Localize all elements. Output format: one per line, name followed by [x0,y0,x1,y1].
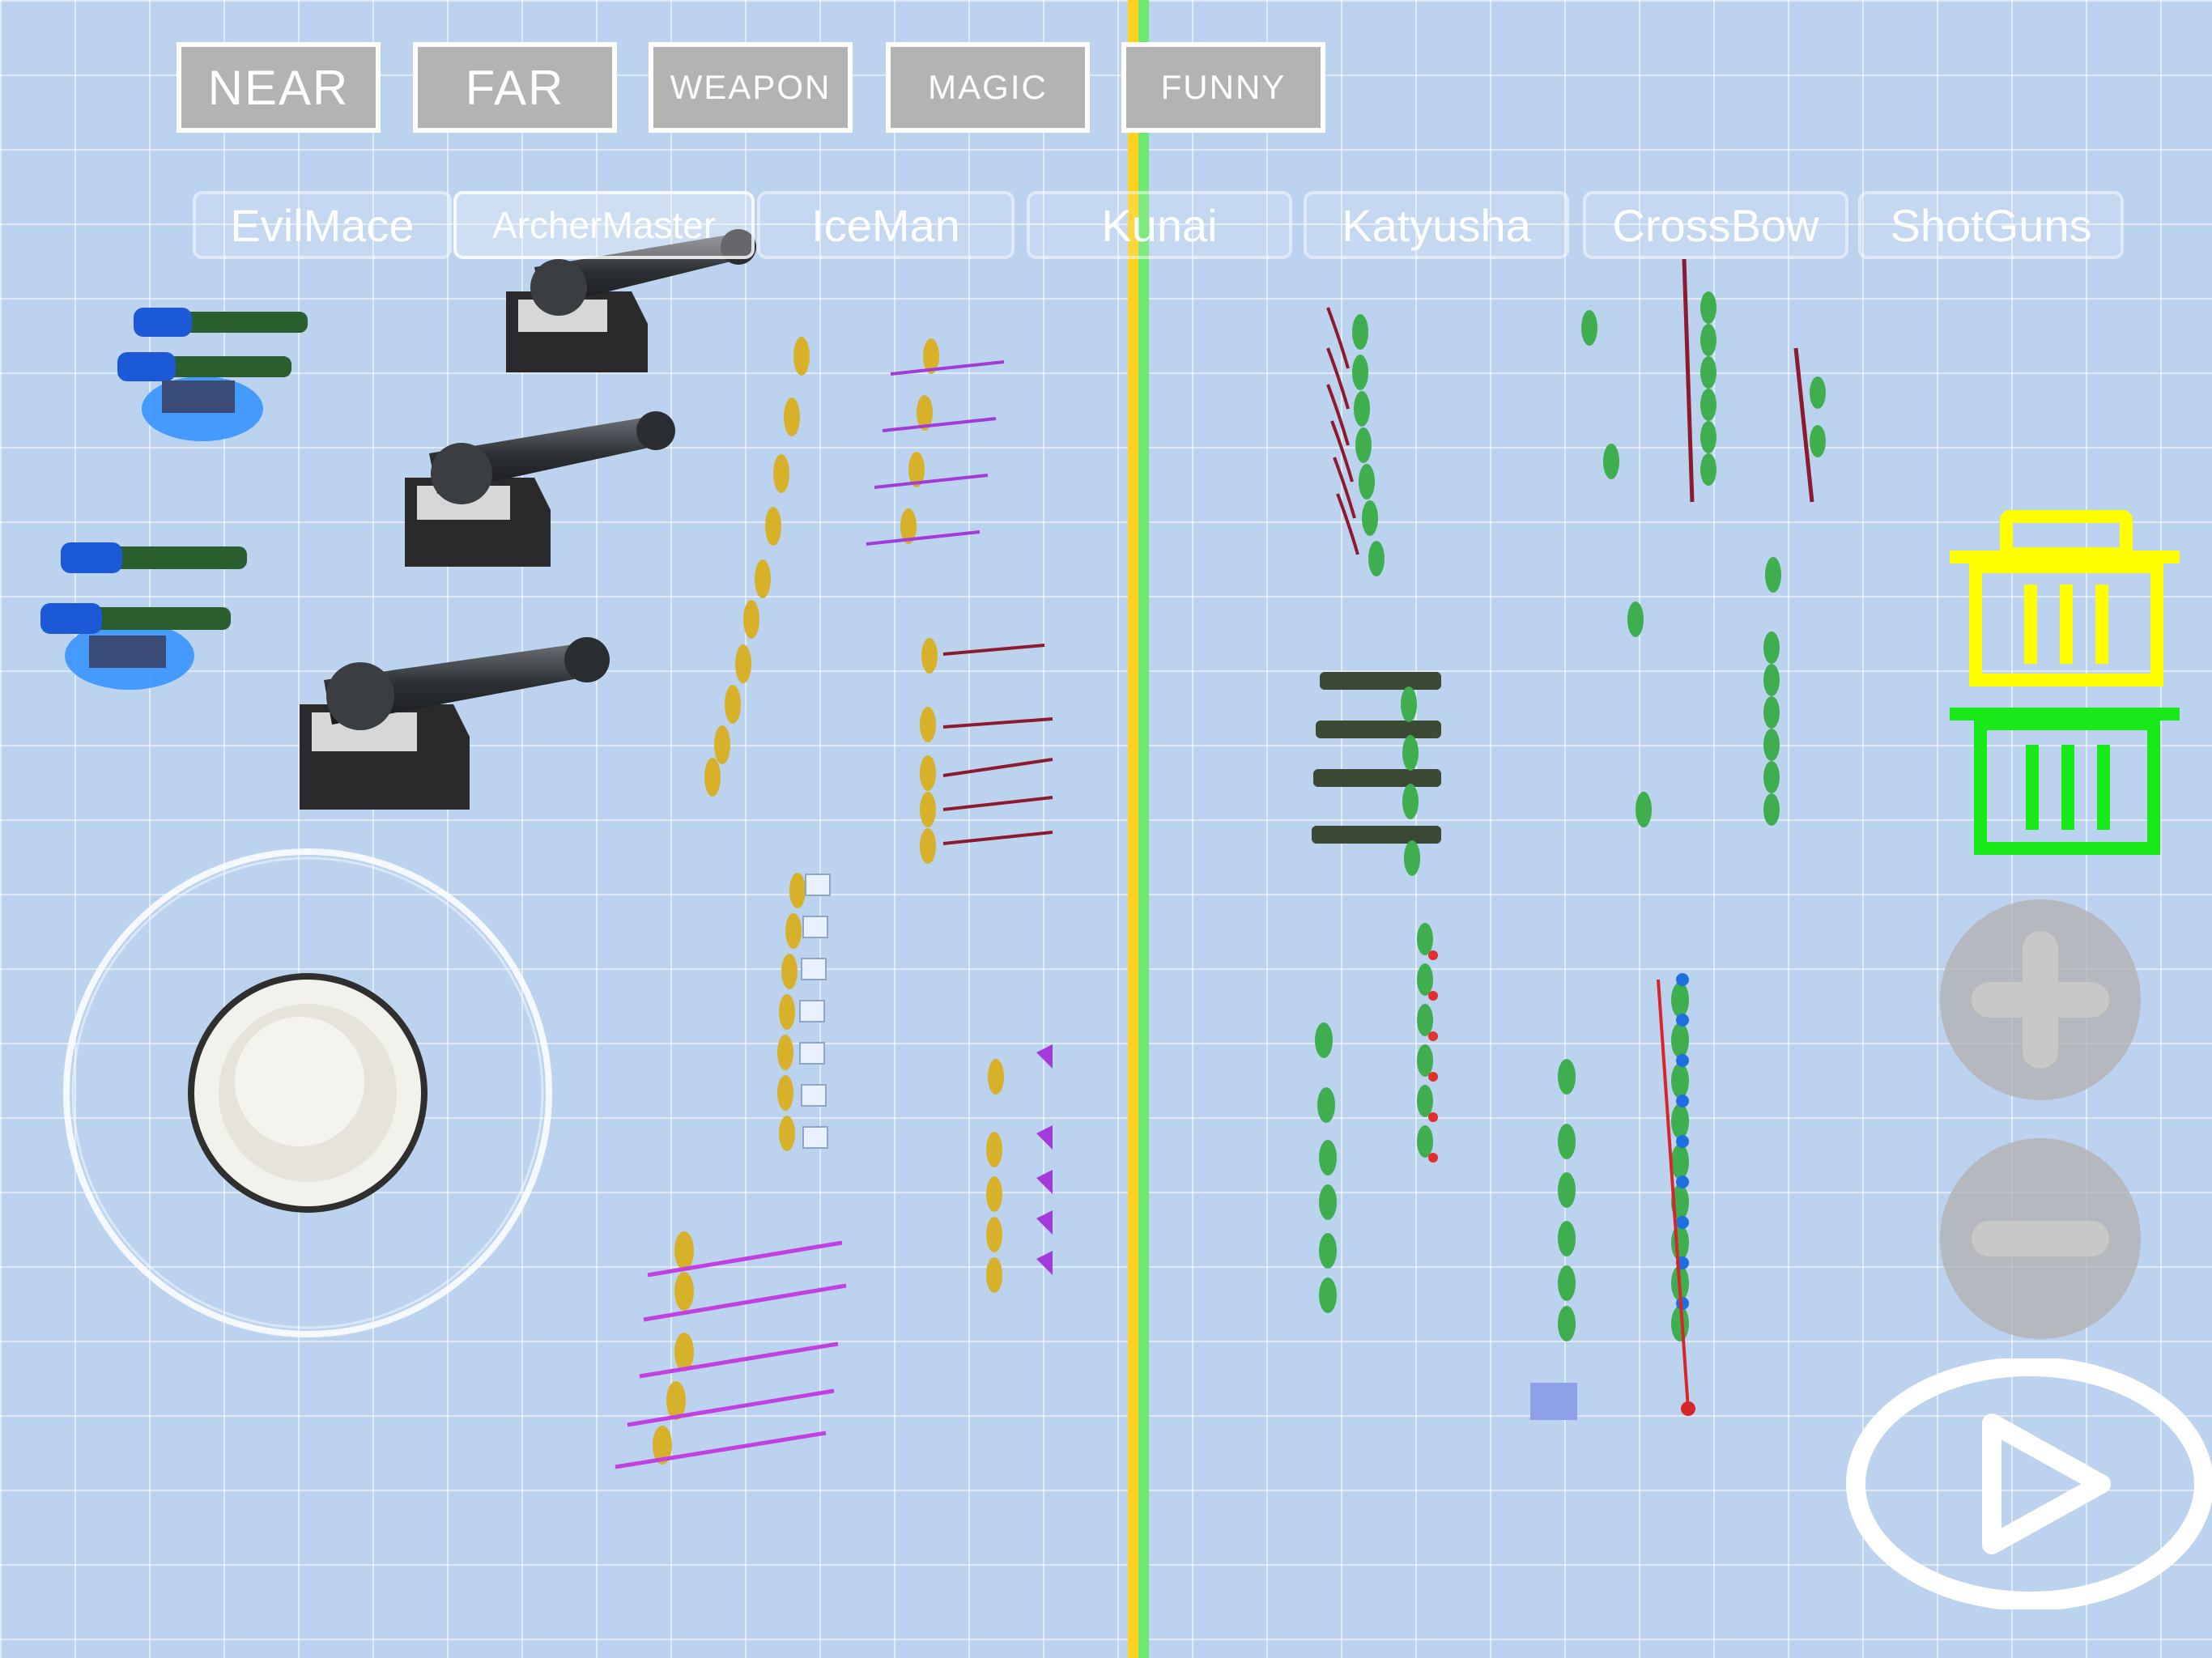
green-riflemen-top [1581,310,1781,827]
tab-funny-label: FUNNY [1160,68,1287,106]
unit-tab-kunai-label: Kunai [1101,199,1218,251]
unit-tab-crossbow-label: CrossBow [1612,199,1819,251]
tab-weapon[interactable]: WEAPON [649,42,853,133]
play-icon [1846,1357,2212,1611]
trash-green-button[interactable] [1943,672,2186,860]
tab-magic-label: MAGIC [928,68,1048,106]
cannon-2 [405,411,675,567]
trash-icon [1950,510,2180,687]
yellow-spearmen-top [866,338,1005,546]
trash-icon [1950,708,2180,855]
unit-tab-katyusha-label: Katyusha [1342,199,1531,251]
unit-tab-iceman[interactable]: IceMan [757,191,1015,259]
rocket-launcher-group-2 [40,542,247,690]
unit-tab-crossbow[interactable]: CrossBow [1583,191,1848,259]
green-mace-column [1657,973,1695,1416]
play-button[interactable] [1842,1357,2212,1611]
tab-near-label: NEAR [207,60,350,115]
yellow-axemen [986,1044,1053,1293]
yellow-lancers [615,1231,847,1469]
tab-funny[interactable]: FUNNY [1121,42,1325,133]
green-spear-column [1682,258,1826,503]
unit-tab-katyusha[interactable]: Katyusha [1304,191,1569,259]
green-magicians [1417,923,1438,1163]
virtual-joystick[interactable] [57,842,559,1344]
trash-yellow-button[interactable] [1943,510,2186,696]
zoom-out-button[interactable] [1939,1137,2142,1340]
tab-far[interactable]: FAR [413,42,617,133]
unit-tab-iceman-label: IceMan [811,199,960,251]
spawn-marker [1530,1383,1577,1420]
yellow-spearmen-middle [920,638,1053,864]
yellow-archers [704,337,810,797]
tab-weapon-label: WEAPON [670,68,832,106]
unit-tab-archermaster[interactable]: ArcherMaster [453,191,755,259]
battle-field[interactable]: NEAR FAR WEAPON MAGIC FUNNY EvilMace Arc… [0,0,2212,1658]
green-archers-bottom [1315,1022,1576,1341]
unit-tab-kunai[interactable]: Kunai [1027,191,1292,259]
green-gunners [1763,631,1780,826]
tab-near[interactable]: NEAR [177,42,381,133]
zoom-in-button[interactable] [1939,899,2142,1101]
unit-tab-evilmace[interactable]: EvilMace [193,191,452,259]
unit-tab-shotguns[interactable]: ShotGuns [1858,191,2124,259]
plus-icon [1940,899,2141,1100]
unit-tab-evilmace-label: EvilMace [230,199,415,251]
rocket-launcher-group-1 [117,308,308,441]
green-bazooka-team [1312,672,1441,876]
joystick-icon [63,848,552,1337]
cannon-3 [300,637,610,810]
unit-tab-archermaster-label: ArcherMaster [491,204,717,246]
green-scythe-squad [1326,307,1385,576]
yellow-icemen [777,873,831,1151]
minus-icon [1940,1138,2141,1339]
tab-far-label: FAR [465,60,565,115]
tab-magic[interactable]: MAGIC [886,42,1090,133]
unit-tab-shotguns-label: ShotGuns [1890,199,2092,251]
